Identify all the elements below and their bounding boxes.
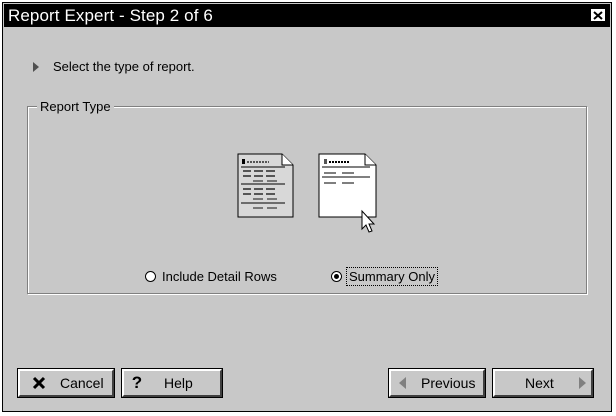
window-title: Report Expert - Step 2 of 6 (8, 5, 213, 25)
cancel-button[interactable]: Cancel (17, 368, 115, 398)
radio-summary-only[interactable]: Summary Only (331, 267, 438, 286)
cancel-label: Cancel (60, 375, 104, 391)
report-expert-dialog: Report Expert - Step 2 of 6 Select the t… (2, 2, 612, 412)
title-bar[interactable]: Report Expert - Step 2 of 6 (4, 4, 610, 27)
previous-button[interactable]: Previous (388, 368, 486, 398)
pointer-triangle-icon (33, 61, 39, 72)
radio-circle[interactable] (145, 271, 156, 282)
close-button[interactable] (590, 8, 606, 22)
cancel-x-icon (20, 376, 54, 390)
help-question-icon: ? (131, 373, 143, 392)
help-label: Help (164, 375, 193, 391)
step-instruction: Select the type of report. (33, 59, 195, 74)
help-button[interactable]: ? Help (121, 368, 223, 398)
report-type-groupbox (27, 106, 587, 294)
radio-label-summary-only: Summary Only (346, 267, 438, 286)
instruction-text: Select the type of report. (53, 59, 195, 74)
next-label: Next (525, 375, 554, 391)
radio-include-detail-rows[interactable]: Include Detail Rows (145, 269, 277, 284)
radio-label-include-detail-rows: Include Detail Rows (162, 269, 277, 284)
summary-report-preview-icon[interactable] (318, 153, 378, 233)
radio-circle-selected[interactable] (331, 271, 342, 282)
report-type-group-label: Report Type (37, 99, 114, 114)
next-arrow-icon (575, 377, 589, 389)
detail-report-preview-icon[interactable] (237, 153, 295, 219)
close-icon (593, 10, 603, 20)
next-button[interactable]: Next (492, 368, 594, 398)
previous-arrow-icon (391, 377, 415, 389)
previous-label: Previous (421, 375, 476, 391)
